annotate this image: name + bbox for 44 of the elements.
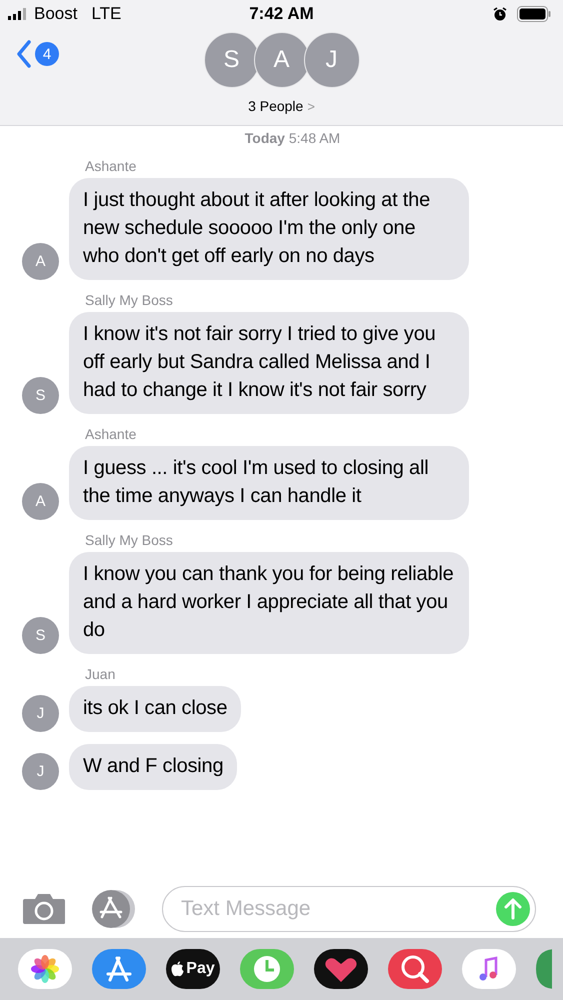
message-bubble: I know you can thank you for being reliable and a hard worker I appreciate all that you do [69, 552, 469, 654]
apple-logo-icon [171, 961, 184, 977]
sender-name: Sally My Boss [85, 532, 174, 548]
clock-time: 7:42 AM [249, 4, 314, 24]
back-button[interactable]: 4 [16, 40, 59, 68]
message-bubble: I know it's not fair sorry I tried to give you off early but Sandra called Melissa and I had to change it I know it's not fair sorry [69, 312, 469, 414]
send-icon[interactable] [496, 892, 530, 926]
photos-app-icon[interactable] [18, 949, 72, 989]
avatar[interactable]: S [204, 32, 260, 88]
camera-icon[interactable] [22, 893, 66, 925]
network-type: LTE [91, 4, 122, 24]
sender-name: Ashante [85, 426, 138, 442]
search-app-icon[interactable] [388, 949, 442, 989]
avatar: S [22, 377, 59, 414]
alarm-icon [493, 7, 507, 21]
sender-name: Juan [85, 666, 116, 682]
sender-name: Sally My Boss [85, 292, 174, 308]
timestamp: Today 5:48 AM [244, 130, 340, 146]
sender-name: Ashante [85, 158, 138, 174]
chevron-left-icon [16, 40, 32, 68]
avatar: A [22, 243, 59, 280]
avatar: J [22, 695, 59, 732]
avatar: S [22, 617, 59, 654]
carrier-name: Boost [34, 4, 78, 24]
heart-app-icon[interactable] [314, 949, 368, 989]
signal-icon [8, 8, 28, 20]
apple-pay-button[interactable]: Pay [166, 949, 220, 989]
chevron: > [307, 98, 315, 114]
avatar: J [22, 753, 59, 790]
message-bubble: I just thought about it after looking at the new schedule sooooo I'm the only one who don't get off early on no days [69, 178, 469, 280]
conversation-title[interactable]: 3 People [248, 98, 304, 114]
message-bubble: I guess ... it's cool I'm used to closing all the time anyways I can handle it [69, 446, 469, 520]
avatar: A [22, 483, 59, 520]
app-store-icon[interactable] [90, 889, 138, 929]
message-input[interactable]: Text Message [162, 886, 536, 932]
avatar[interactable]: A [254, 32, 310, 88]
avatar[interactable]: J [304, 32, 360, 88]
unread-badge: 4 [35, 42, 59, 66]
music-app-icon[interactable] [462, 949, 516, 989]
battery-icon [517, 6, 551, 22]
clock-app-icon[interactable] [240, 949, 294, 989]
message-bubble: W and F closing [69, 744, 238, 790]
app-store-icon[interactable] [92, 949, 146, 989]
message-bubble: its ok I can close [69, 686, 242, 732]
